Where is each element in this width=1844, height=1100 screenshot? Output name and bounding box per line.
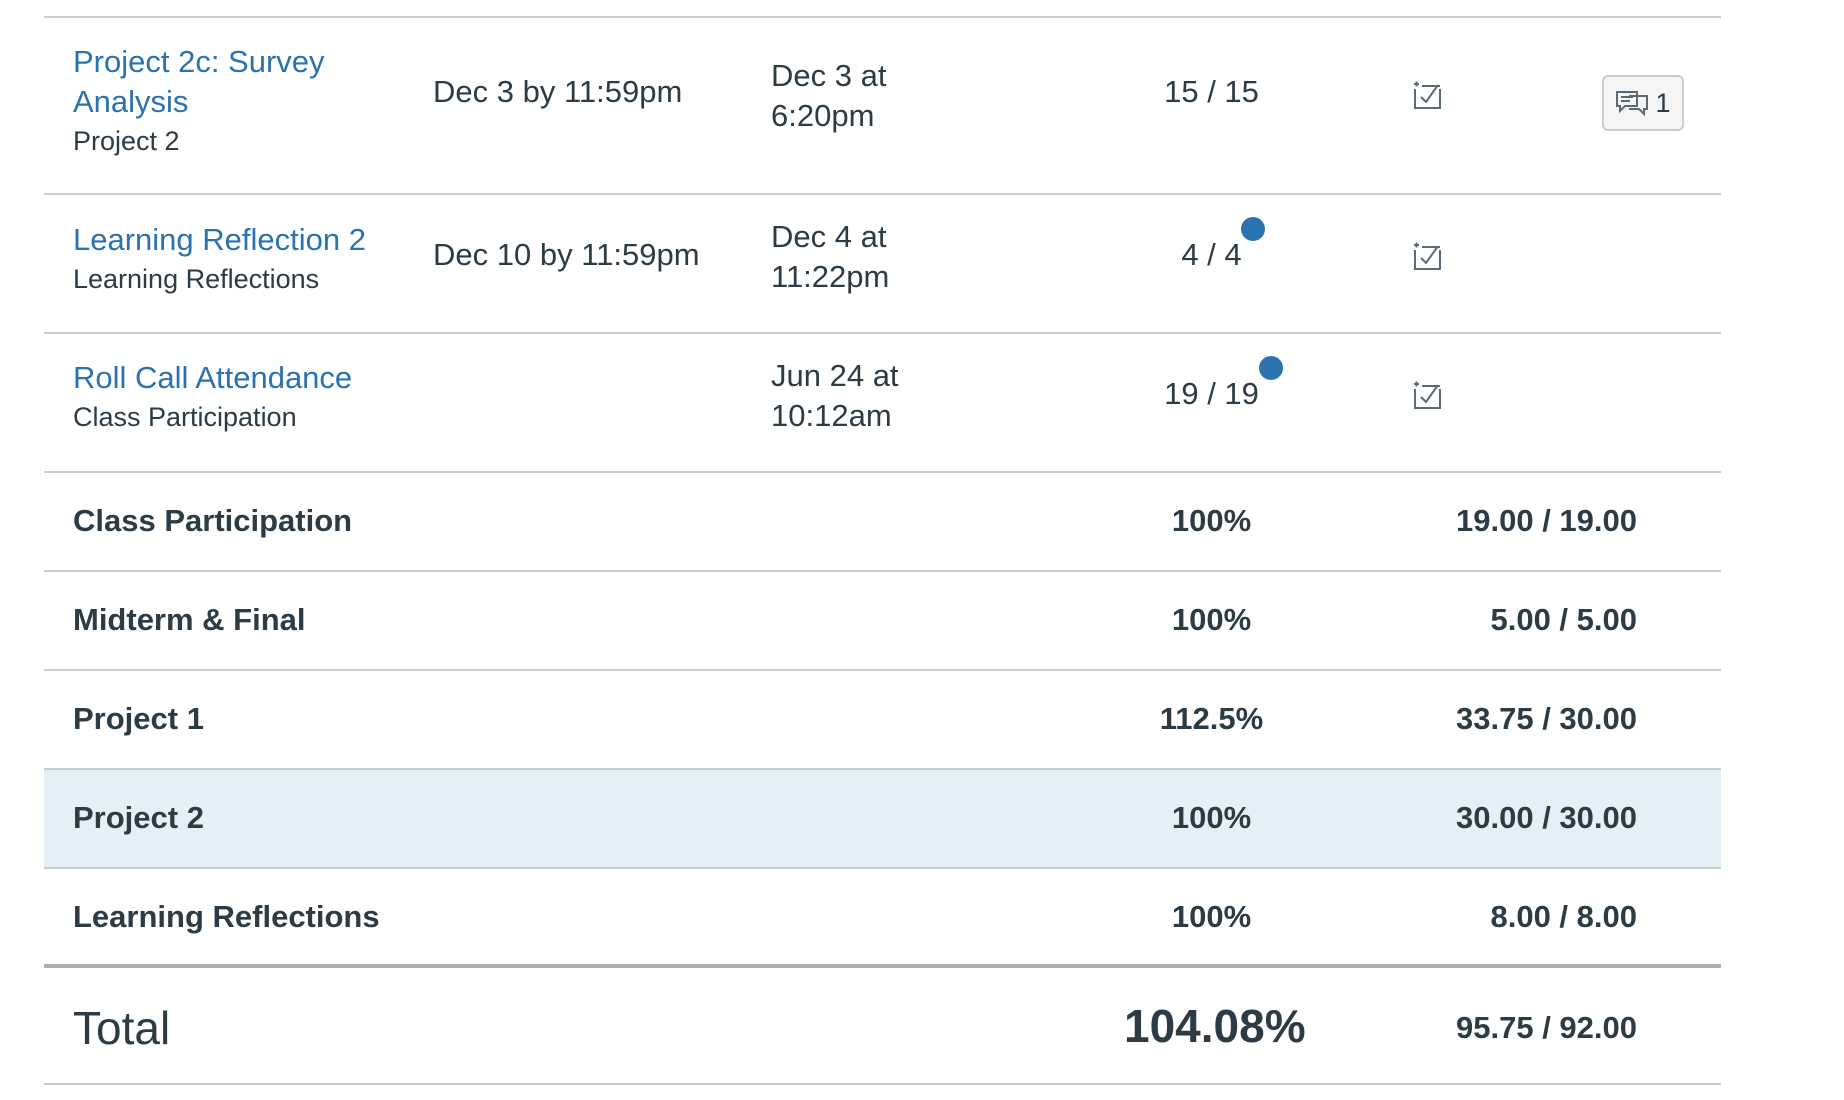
grades-table: Project 2c: Survey Analysis Project 2 De…: [44, 16, 1721, 1085]
assignment-row: Learning Reflection 2 Learning Reflectio…: [44, 195, 1721, 334]
assignment-link[interactable]: Roll Call Attendance: [73, 358, 393, 398]
group-name: Learning Reflections: [73, 899, 380, 934]
assignment-name-cell: Roll Call Attendance Class Participation: [73, 358, 393, 436]
group-row-midterm-final: Midterm & Final 100% 5.00 / 5.00: [44, 572, 1721, 671]
assignment-group-label: Project 2: [73, 126, 180, 156]
unread-dot: [1241, 217, 1265, 241]
assignment-name-cell: Learning Reflection 2 Learning Reflectio…: [73, 220, 393, 298]
submitted-date: Dec 3 at 6:20pm: [771, 58, 887, 133]
group-name: Class Participation: [73, 503, 353, 538]
assignment-score: 4 / 4: [1181, 237, 1242, 272]
group-percent: 100%: [1171, 602, 1252, 637]
group-percent: 112.5%: [1159, 701, 1264, 736]
group-row-learning-reflections: Learning Reflections 100% 8.00 / 8.00: [44, 869, 1721, 968]
assignment-link[interactable]: Learning Reflection 2: [73, 220, 393, 260]
submitted-date: Jun 24 at 10:12am: [771, 358, 899, 433]
total-label: Total: [73, 1002, 171, 1054]
assignment-link[interactable]: Project 2c: Survey Analysis: [73, 42, 373, 122]
assignment-group-label: Class Participation: [73, 402, 297, 432]
total-row: Total 104.08% 95.75 / 92.00: [44, 968, 1721, 1085]
group-percent: 100%: [1171, 800, 1252, 835]
comment-icon: [1616, 91, 1649, 117]
group-points: 8.00 / 8.00: [1490, 899, 1637, 934]
due-date: Dec 10 by 11:59pm: [433, 237, 700, 272]
group-row-project-2: Project 2 100% 30.00 / 30.00: [44, 770, 1721, 869]
unread-dot: [1259, 356, 1283, 380]
assignment-group-label: Learning Reflections: [73, 264, 320, 294]
group-name: Project 1: [73, 701, 204, 736]
comment-count: 1: [1655, 87, 1671, 118]
group-row-project-1: Project 1 112.5% 33.75 / 30.00: [44, 671, 1721, 770]
total-percent: 104.08%: [1124, 1000, 1306, 1052]
total-points: 95.75 / 92.00: [1456, 1010, 1637, 1045]
group-percent: 100%: [1171, 899, 1252, 934]
assignment-row: Project 2c: Survey Analysis Project 2 De…: [44, 18, 1721, 195]
due-date: Dec 3 by 11:59pm: [433, 74, 683, 109]
group-points: 30.00 / 30.00: [1456, 800, 1637, 835]
group-points: 5.00 / 5.00: [1490, 602, 1637, 637]
assignment-score: 19 / 19: [1164, 376, 1259, 411]
comments-button[interactable]: 1: [1602, 75, 1684, 131]
rubric-icon[interactable]: [1408, 75, 1448, 115]
rubric-icon[interactable]: [1408, 236, 1448, 276]
assignment-score: 15 / 15: [1164, 74, 1259, 109]
assignment-name-cell: Project 2c: Survey Analysis Project 2: [73, 42, 373, 160]
group-points: 33.75 / 30.00: [1456, 701, 1637, 736]
group-percent: 100%: [1171, 503, 1252, 538]
assignment-row: Roll Call Attendance Class Participation…: [44, 334, 1721, 473]
rubric-icon[interactable]: [1408, 375, 1448, 415]
submitted-date: Dec 4 at 11:22pm: [771, 219, 890, 294]
group-name: Midterm & Final: [73, 602, 306, 637]
group-name: Project 2: [73, 800, 204, 835]
group-points: 19.00 / 19.00: [1456, 503, 1637, 538]
group-row-class-participation: Class Participation 100% 19.00 / 19.00: [44, 473, 1721, 572]
